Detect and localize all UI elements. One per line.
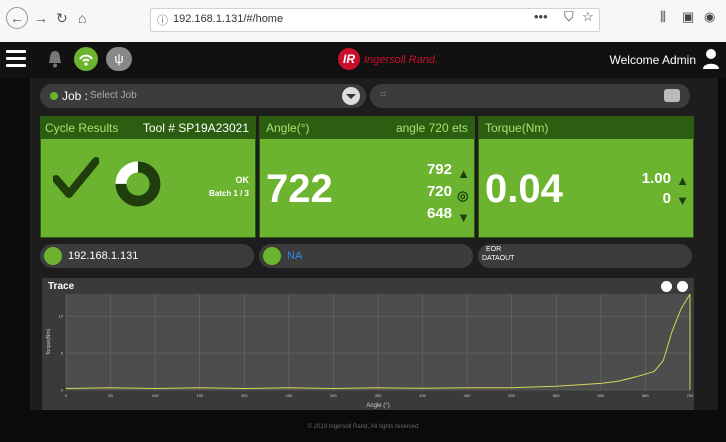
angle-high-limit: 792 — [426, 161, 452, 178]
main-content: Job : Select Job ⌗ Cycle Results Tool # … — [30, 78, 718, 410]
dropdown-chevron-icon[interactable] — [342, 87, 360, 105]
x-tick-label: 50 — [108, 393, 113, 398]
batch-count: Batch 1 / 3 — [208, 189, 249, 198]
arrow-up-icon: ▲ — [676, 173, 689, 188]
copyright-text: © 2019 Ingersoll Rand, All rights reserv… — [307, 424, 419, 430]
home-icon[interactable]: ⌂ — [78, 10, 86, 26]
x-tick-label: 250 — [286, 393, 293, 398]
x-axis-label: Angle (°) — [366, 403, 389, 409]
info-icon: ⓘ — [157, 15, 168, 27]
angle-value: 722 — [266, 167, 333, 211]
pocket-icon[interactable]: ⛉ — [564, 9, 574, 25]
target-icon: ◎ — [457, 188, 469, 203]
torque-value: 0.04 — [485, 167, 563, 211]
browser-toolbar: ← → ↻ ⌂ ⓘ 192.168.1.131/#/home ••• ⛉ ☆ ⫼… — [0, 0, 726, 43]
cycle-results-header: Cycle Results Tool # SP19A23021 — [41, 117, 255, 139]
network-status-bar[interactable]: NA — [259, 244, 473, 268]
y-tick-label: 5 — [61, 351, 64, 356]
x-tick-label: 650 — [642, 393, 649, 398]
sidebar-icon[interactable]: ▣ — [682, 9, 694, 25]
app-header: ψ IR Ingersoll Rand. Welcome Admin — [0, 42, 726, 78]
x-tick-label: 550 — [553, 393, 560, 398]
batch-progress-donut — [115, 161, 161, 207]
job-placeholder: Select Job — [90, 90, 137, 101]
job-label: Job : — [62, 89, 89, 103]
url-text: 192.168.1.131/#/home — [173, 13, 284, 25]
angle-low-limit: 648 — [426, 205, 452, 222]
menu-icon[interactable] — [6, 50, 26, 68]
controller-ip: 192.168.1.131 — [68, 250, 139, 262]
keyboard-icon[interactable] — [664, 89, 680, 102]
torque-limits: 1.00 0 — [642, 169, 671, 209]
job-status-dot — [50, 92, 58, 100]
angle-program: angle 720 ets — [395, 121, 468, 135]
expand-icon[interactable] — [661, 281, 672, 292]
dataout-label: DATAOUT — [482, 255, 515, 262]
footer: © 2019 Ingersoll Rand, All rights reserv… — [0, 410, 726, 442]
welcome-text: Welcome Admin — [609, 53, 696, 67]
angle-title: Angle(°) — [266, 121, 310, 135]
x-tick-label: 100 — [152, 393, 159, 398]
angle-panel: Angle(°) angle 720 ets 722 792 720 648 ▲… — [259, 116, 475, 238]
wifi-status-icon[interactable] — [74, 47, 98, 71]
check-icon — [52, 157, 100, 204]
bookmark-star-icon[interactable]: ☆ — [582, 9, 594, 25]
user-icon[interactable] — [702, 48, 720, 70]
bell-icon[interactable] — [48, 50, 62, 73]
x-tick-label: 200 — [241, 393, 248, 398]
torque-low-limit: 0 — [662, 190, 671, 207]
x-tick-label: 450 — [464, 393, 471, 398]
forward-arrow-icon[interactable]: → — [34, 10, 48, 26]
limit-icons: ▲ ◎ ▼ — [457, 163, 470, 229]
x-tick-label: 400 — [419, 393, 426, 398]
brand-name: Ingersoll Rand. — [364, 54, 438, 66]
network-globe-icon — [263, 247, 281, 265]
x-tick-label: 500 — [508, 393, 515, 398]
cycle-results-title: Cycle Results — [45, 121, 119, 135]
eor-dataout-bar[interactable]: EOR DATAOUT — [478, 244, 692, 268]
arrow-up-icon: ▲ — [457, 166, 470, 181]
back-arrow-icon[interactable]: ← — [6, 7, 28, 29]
trace-panel: Trace 0 50 100 150 200 250 300 350 400 450 500 550 6… — [42, 278, 694, 410]
torque-header: Torque(Nm) — [479, 117, 693, 139]
x-tick-label: 350 — [375, 393, 382, 398]
more-options-icon[interactable] — [677, 281, 688, 292]
torque-high-limit: 1.00 — [641, 170, 671, 187]
trace-title: Trace — [48, 281, 75, 292]
y-tick-label: 10 — [59, 314, 64, 319]
angle-target: 720 — [426, 183, 452, 200]
network-status: NA — [287, 250, 303, 262]
arrow-down-icon: ▼ — [457, 210, 470, 225]
cycle-results-panel: Cycle Results Tool # SP19A23021 OK Batch… — [40, 116, 256, 238]
y-tick-label: 0 — [61, 388, 64, 393]
y-axis-label: Torque(Nm) — [46, 328, 52, 355]
x-tick-label: 600 — [598, 393, 605, 398]
barcode-icon[interactable]: ⌗ — [380, 89, 386, 102]
tool-number: Tool # SP19A23021 — [142, 121, 249, 135]
job-search-bar[interactable]: ⌗ — [370, 84, 690, 108]
usb-icon[interactable]: ψ — [106, 47, 132, 71]
torque-limit-icons: ▲ ▼ — [676, 171, 689, 211]
page-actions-icon[interactable]: ••• — [534, 9, 548, 24]
network-globe-icon — [44, 247, 62, 265]
library-icon[interactable]: ⫼ — [660, 9, 666, 25]
trace-chart: 0 50 100 150 200 250 300 350 400 450 500 550 600 650 7… — [46, 294, 694, 409]
job-selector[interactable]: Job : Select Job — [40, 84, 366, 108]
controller-ip-bar[interactable]: 192.168.1.131 — [40, 244, 254, 268]
url-bar[interactable]: ⓘ 192.168.1.131/#/home — [150, 8, 600, 32]
x-tick-label: 0 — [65, 393, 68, 398]
extension-icon[interactable]: ◉ — [704, 9, 715, 25]
torque-title: Torque(Nm) — [485, 121, 549, 135]
arrow-down-icon: ▼ — [676, 193, 689, 208]
x-tick-label: 700 — [687, 393, 694, 398]
cycle-status: OK — [235, 175, 250, 185]
angle-header: Angle(°) angle 720 ets — [260, 117, 474, 139]
brand-logo-icon: IR — [338, 48, 360, 70]
eor-label: EOR — [486, 246, 502, 253]
x-tick-label: 300 — [330, 393, 337, 398]
reload-icon[interactable]: ↻ — [56, 10, 68, 27]
angle-limits: 792 720 648 — [427, 159, 452, 225]
torque-panel: Torque(Nm) 0.04 1.00 0 ▲ ▼ — [478, 116, 694, 238]
x-tick-label: 150 — [196, 393, 203, 398]
